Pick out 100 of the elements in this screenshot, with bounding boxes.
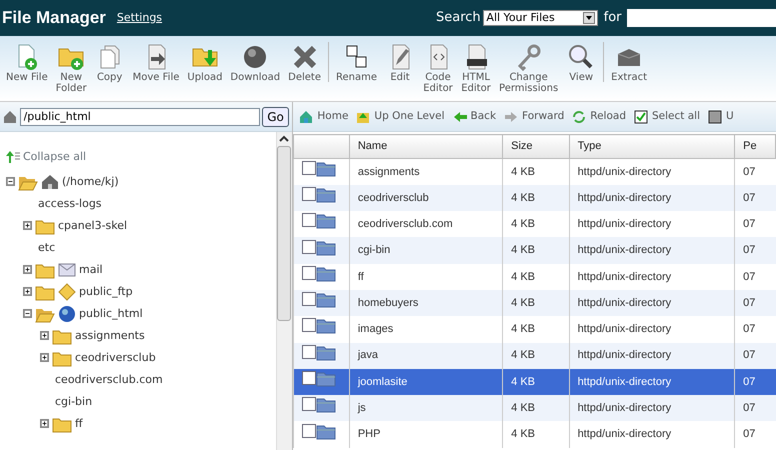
file-row[interactable]: homebuyers 4 KB httpd/unix-directory 07 [293,290,776,316]
settings-link[interactable]: Settings [116,10,162,26]
file-row[interactable]: ceodriversclub 4 KB httpd/unix-directory 07 [293,184,776,212]
tree-item[interactable]: public_html [79,306,143,322]
table-cell: 07 [734,395,776,422]
tree-item[interactable]: ceodriversclub [75,350,156,366]
column-header[interactable]: Size [502,134,570,158]
tree-item[interactable]: mail [79,262,103,278]
folder-icon [316,266,336,282]
expand-box-icon[interactable] [23,287,32,296]
folder-icon [316,397,336,414]
table-cell: httpd/unix-directory [569,421,735,448]
folder-icon [316,424,336,440]
up-button[interactable]: Up One Level [352,108,449,124]
table-cell: 4 KB [502,342,570,369]
folder-icon [316,371,336,388]
search-label: Search [436,9,481,28]
row-checkbox[interactable] [302,213,316,228]
folder-icon [316,292,336,308]
table-cell: PHP [349,421,503,448]
table-cell: 4 KB [502,237,570,264]
select-button[interactable]: Select all [630,108,704,124]
column-header[interactable]: Name [349,134,503,158]
row-checkbox[interactable] [302,266,316,280]
row-checkbox[interactable] [302,186,316,201]
app-title: File Manager [2,7,106,30]
table-cell: js [349,395,503,422]
home-icon [299,110,314,124]
home-button[interactable]: Home [295,108,352,124]
column-header[interactable]: Type [569,134,735,158]
code-button[interactable]: Code Editor [419,42,458,94]
row-checkbox[interactable] [302,318,316,332]
row-checkbox[interactable] [302,160,316,175]
table-cell: 07 [734,184,776,212]
back-button[interactable]: Back [448,108,500,124]
search-field[interactable] [627,9,776,27]
table-cell: httpd/unix-directory [569,290,735,316]
collapse-box-icon[interactable] [23,309,32,318]
forward-button[interactable]: Forward [500,108,568,124]
tree-item[interactable]: cpanel3-skel [58,218,128,234]
tree-item[interactable]: ceodriversclub.com [55,372,163,388]
expand-box-icon[interactable] [23,265,32,274]
table-cell: cgi-bin [349,237,503,264]
table-cell: 4 KB [502,368,570,396]
go-button[interactable]: Go [262,106,289,126]
table-cell: httpd/unix-directory [569,395,735,422]
file-row[interactable]: joomlasite 4 KB httpd/unix-directory 07 [293,368,776,396]
table-cell: ceodriversclub [349,184,503,212]
new-folder-button[interactable]: New Folder [52,42,91,94]
edit-button[interactable]: Edit [381,42,420,83]
permissions-button[interactable]: Change Permissions [495,42,562,94]
expand-box-icon[interactable] [40,419,49,428]
row-checkbox[interactable] [302,397,316,412]
right-arrow-icon [504,110,518,124]
tree-item[interactable]: etc [38,240,56,256]
expand-box-icon[interactable] [40,353,49,362]
row-checkbox[interactable] [302,292,316,306]
collapse-all-link[interactable]: Collapse all [23,148,86,166]
expand-box-icon[interactable] [23,221,32,230]
tree-item[interactable]: (/home/kj) [62,174,119,190]
tree-item[interactable]: ff [75,416,83,432]
file-row[interactable]: cgi-bin 4 KB httpd/unix-directory 07 [293,237,776,264]
column-header[interactable]: Pe [734,134,776,158]
tree-item[interactable]: assignments [75,328,145,344]
dropdown-icon [583,12,596,24]
row-checkbox[interactable] [302,344,316,359]
scope-select[interactable]: All Your Files [483,10,598,26]
collapse-box-icon[interactable] [6,177,15,186]
checkbox-icon [708,110,722,124]
scrollbar-thumb[interactable] [277,146,292,321]
upload-button[interactable]: Upload [183,42,226,83]
file-row[interactable]: js 4 KB httpd/unix-directory 07 [293,395,776,422]
unselect-button[interactable]: U [704,108,738,124]
expand-box-icon[interactable] [40,331,49,340]
rename-button[interactable]: Rename [332,42,382,83]
table-cell: 4 KB [502,421,570,448]
tree-item[interactable]: cgi-bin [55,394,92,410]
table-cell: 07 [734,368,776,396]
tree-item[interactable]: access-logs [38,196,102,212]
download-button[interactable]: Download [226,42,284,83]
for-label: for [604,9,622,28]
reload-button[interactable]: Reload [568,108,630,124]
path-field[interactable]: /public_html [20,108,260,126]
extract-button[interactable]: Extract [607,42,651,83]
delete-button[interactable]: Delete [284,42,325,83]
copy-button[interactable]: Copy [90,42,129,83]
html-button[interactable]: HTML Editor [457,42,496,94]
move-button[interactable]: Move File [128,42,184,83]
table-cell: httpd/unix-directory [569,342,735,369]
row-checkbox[interactable] [302,371,316,386]
new-file-button[interactable]: New File [2,42,52,83]
row-checkbox[interactable] [302,240,316,254]
table-cell: httpd/unix-directory [569,368,735,396]
row-checkbox[interactable] [302,424,316,438]
view-button[interactable]: View [562,42,600,83]
tree-item[interactable]: public_ftp [79,284,133,300]
table-cell: httpd/unix-directory [569,184,735,212]
file-row[interactable]: PHP 4 KB httpd/unix-directory 07 [293,421,776,448]
left-arrow-icon [452,110,467,124]
file-row[interactable]: java 4 KB httpd/unix-directory 07 [293,342,776,369]
